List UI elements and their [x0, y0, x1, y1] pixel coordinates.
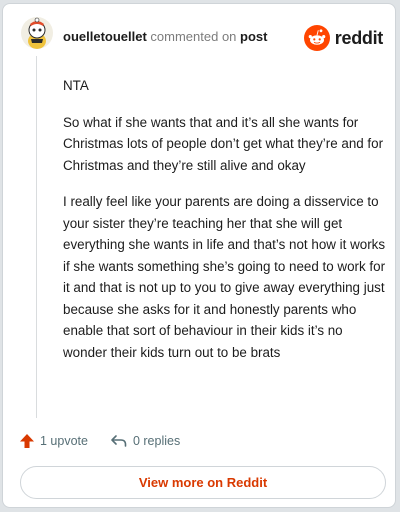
comment-actions: 1 upvote 0 replies	[19, 433, 180, 449]
username-link[interactable]: ouelletouellet	[63, 29, 147, 44]
reddit-snoo-icon	[303, 25, 330, 51]
replies-button[interactable]: 0 replies	[110, 433, 180, 449]
upvote-count: 1 upvote	[40, 434, 88, 448]
thread-line	[36, 56, 37, 418]
comment-header: ouelletouellet commented on post	[63, 29, 268, 44]
upvote-arrow-icon	[20, 434, 34, 448]
post-link[interactable]: post	[240, 29, 267, 44]
reddit-logo[interactable]: reddit	[303, 25, 384, 51]
upvote-button[interactable]: 1 upvote	[19, 433, 88, 449]
user-avatar[interactable]	[21, 17, 53, 49]
replies-count: 0 replies	[132, 434, 181, 448]
comment-paragraph: So what if she wants that and it’s all s…	[63, 114, 384, 173]
comment-body: NTA So what if she wants that and it’s a…	[63, 75, 386, 378]
reddit-wordmark: reddit	[334, 27, 384, 48]
snoo-avatar-icon	[28, 17, 46, 49]
reply-arrow-icon	[111, 435, 127, 447]
commented-on-text: commented on	[150, 29, 237, 44]
view-more-on-reddit-button[interactable]: View more on Reddit	[20, 466, 386, 499]
comment-paragraph: NTA	[63, 78, 89, 93]
comment-paragraph: I really feel like your parents are doin…	[63, 194, 386, 360]
comment-card: ouelletouellet commented on post reddit …	[2, 3, 396, 508]
